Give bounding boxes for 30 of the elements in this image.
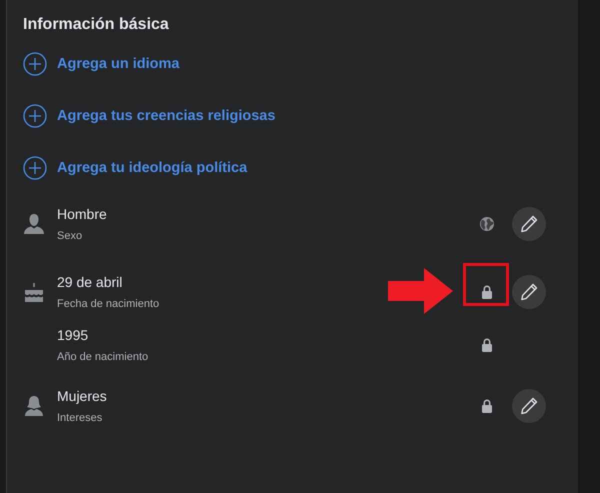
globe-icon[interactable]: [479, 216, 495, 232]
section-title: Información básica: [23, 15, 170, 35]
add-link[interactable]: Agrega tu ideología política: [23, 142, 546, 194]
lock-icon[interactable]: [479, 337, 495, 353]
highlight-box: [463, 263, 509, 306]
add-link[interactable]: Agrega un idioma: [23, 38, 546, 90]
edit-button[interactable]: [512, 389, 546, 423]
lock-icon[interactable]: [479, 398, 495, 414]
pointer-arrow: [388, 268, 453, 314]
detail-value: Mujeres: [57, 387, 108, 405]
detail-value: Hombre: [57, 205, 108, 223]
edit-button[interactable]: [512, 207, 546, 241]
detail-caption: Fecha de nacimiento: [57, 297, 160, 311]
pencil-icon: [519, 282, 539, 302]
detail-value: 1995: [57, 326, 90, 344]
pencil-icon: [519, 396, 539, 416]
plus-circle-icon: [23, 104, 47, 128]
edit-button[interactable]: [512, 275, 546, 309]
detail-value: 29 de abril: [57, 273, 124, 291]
cake-icon: [23, 281, 45, 303]
plus-circle-icon: [23, 52, 47, 76]
plus-circle-icon: [23, 156, 47, 180]
detail-caption: Año de nacimiento: [57, 350, 150, 364]
detail-caption: Intereses: [57, 411, 104, 425]
detail-caption: Sexo: [57, 229, 84, 243]
pencil-icon: [519, 214, 539, 234]
person-icon: [23, 395, 45, 417]
lock-icon[interactable]: [479, 284, 495, 300]
add-link[interactable]: Agrega tus creencias religiosas: [23, 90, 546, 142]
person-icon: [23, 213, 45, 235]
